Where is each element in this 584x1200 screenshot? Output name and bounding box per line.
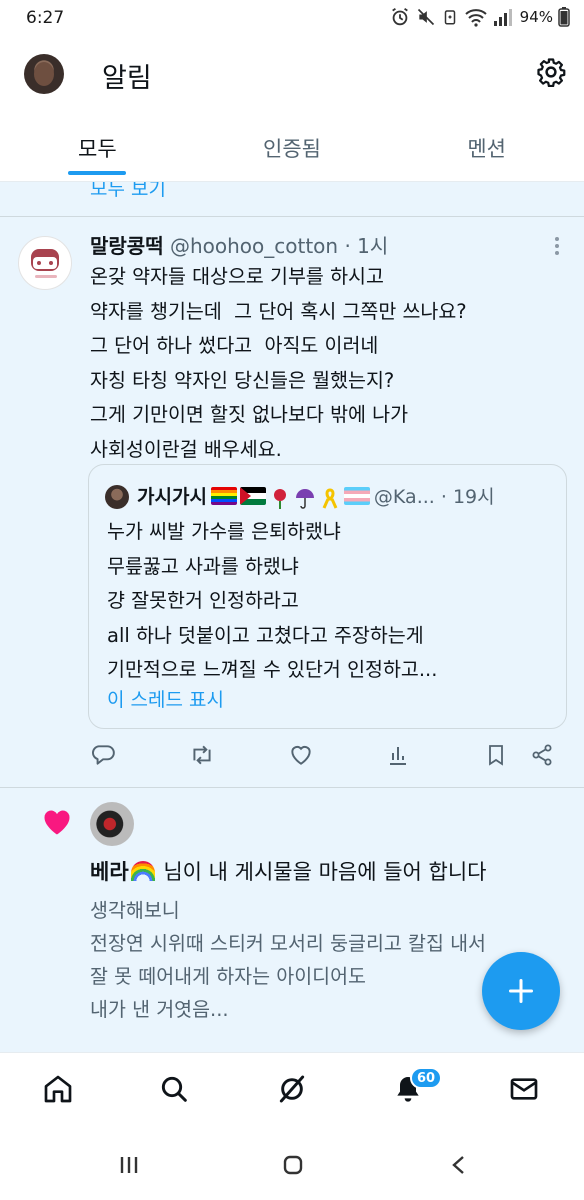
palestine-flag-icon (239, 486, 266, 505)
quoted-tweet-text: 누가 씨발 가수를 은퇴하랬냐 무릎꿇고 사과를 하랬냐 걍 잘못한거 인정하라… (107, 520, 438, 681)
heart-icon (44, 810, 70, 835)
profile-avatar[interactable] (24, 54, 64, 94)
search-icon[interactable] (158, 1073, 190, 1105)
system-nav-bar (0, 1128, 584, 1200)
tweet-header: 말랑콩떡 @hoohoo_cotton · 1시 (90, 234, 389, 258)
divider (0, 787, 584, 788)
recents-icon[interactable] (118, 1154, 140, 1176)
like-icon[interactable] (288, 742, 314, 768)
grok-icon[interactable] (276, 1073, 308, 1105)
wifi-icon (464, 9, 487, 27)
tweet-text: 온갖 약자들 대상으로 기부를 하시고 약자를 챙기는데 그 단어 혹시 그쪽만… (90, 265, 467, 461)
bookmark-icon[interactable] (484, 742, 508, 768)
battery-icon (558, 7, 570, 27)
share-icon[interactable] (530, 742, 554, 768)
notification-feed: 모두 보기 말랑콩떡 @hoohoo_cotton · 1시 온갖 약자들 대상… (0, 182, 584, 1052)
tab-mentions[interactable]: 멘션 (389, 114, 584, 181)
views-icon[interactable] (386, 742, 410, 768)
like-notification-text: 베라 님이 내 게시물을 마음에 들어 합니다 (90, 856, 487, 886)
quoted-tweet-header: 가시가시 @Ka... · 19시 (137, 486, 495, 509)
battery-percent: 94% (519, 8, 553, 26)
plus-icon (508, 978, 534, 1004)
gear-icon[interactable] (536, 57, 566, 87)
notification-tabs: 모두 인증됨 멘션 (0, 114, 584, 182)
show-all-link[interactable]: 모두 보기 (90, 182, 166, 201)
ribbon-icon (322, 487, 338, 509)
tab-all[interactable]: 모두 (0, 114, 195, 181)
tweet-time: 1시 (357, 234, 389, 258)
page-title: 알림 (102, 63, 152, 94)
bottom-nav: 60 (0, 1052, 584, 1128)
back-icon[interactable] (448, 1154, 470, 1176)
status-bar: 6:27 94% (0, 0, 584, 40)
alarm-icon (391, 7, 408, 26)
recycle-icon (444, 10, 455, 25)
tweet-actions (90, 742, 560, 774)
compose-button[interactable] (482, 952, 560, 1030)
reply-icon[interactable] (90, 742, 116, 768)
rainbow-flag-icon (210, 486, 237, 505)
rose-icon (273, 488, 286, 509)
tweet-author-name[interactable]: 말랑콩떡 (90, 234, 164, 258)
status-time: 6:27 (26, 8, 65, 28)
status-icons: 94% (389, 6, 570, 28)
like-message: 님이 내 게시물을 마음에 들어 합니다 (163, 860, 487, 884)
home-button-icon[interactable] (282, 1154, 304, 1176)
home-icon[interactable] (42, 1073, 74, 1105)
quoted-author-avatar (105, 485, 129, 509)
quoted-tweet-time: 19시 (452, 486, 495, 508)
tweet-author-avatar[interactable] (18, 236, 72, 290)
name-emojis (210, 486, 370, 509)
quoted-tweet[interactable]: 가시가시 @Ka... · 19시 누가 씨발 가수를 은퇴하랬냐 무릎꿇고 사… (88, 464, 567, 729)
liker-avatar[interactable] (90, 802, 134, 846)
tab-verified[interactable]: 인증됨 (195, 114, 390, 181)
trans-flag-icon (343, 486, 370, 505)
show-thread-link[interactable]: 이 스레드 표시 (107, 685, 224, 712)
signal-icon (493, 9, 512, 26)
liker-name[interactable]: 베라 (90, 860, 129, 884)
retweet-icon[interactable] (188, 742, 216, 768)
quoted-author-name: 가시가시 (137, 486, 207, 508)
app-header: 알림 (0, 40, 584, 114)
messages-icon[interactable] (508, 1073, 540, 1105)
rainbow-icon (130, 861, 155, 881)
tweet-author-handle[interactable]: @hoohoo_cotton (170, 234, 338, 258)
divider (0, 216, 584, 217)
liked-post-text[interactable]: 생각해보니 전장연 시위때 스티커 모서리 둥글리고 칼집 내서 잘 못 떼어내… (90, 894, 486, 1026)
notification-badge: 60 (410, 1067, 443, 1089)
more-options-icon[interactable] (554, 236, 560, 256)
quoted-author-handle: @Ka... (373, 486, 435, 508)
mute-icon (417, 8, 434, 26)
umbrella-icon (295, 488, 314, 509)
